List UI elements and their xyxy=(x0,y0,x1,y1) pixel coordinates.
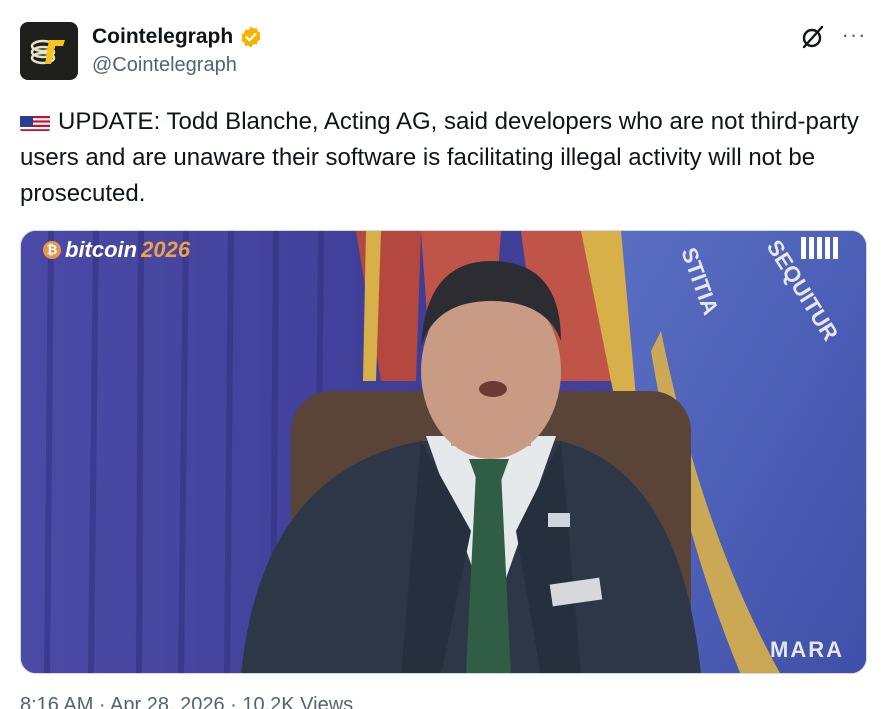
author-block: Cointelegraph @Cointelegraph xyxy=(92,22,263,77)
author-handle[interactable]: @Cointelegraph xyxy=(92,54,263,77)
speaker-video-frame: STITIA SEQUITUR xyxy=(21,231,866,673)
author-name[interactable]: Cointelegraph xyxy=(92,25,233,49)
avatar[interactable] xyxy=(20,22,78,80)
mara-watermark: MARA xyxy=(770,637,844,662)
cointelegraph-logo-icon xyxy=(30,39,65,65)
tweet-text: UPDATE: Todd Blanche, Acting AG, said de… xyxy=(20,104,880,212)
watermark-prefix: bitcoin xyxy=(65,237,138,262)
watermark-year: 2026 xyxy=(141,237,191,262)
bitcoin-coin-icon: ₿ xyxy=(43,241,61,259)
tweet-body: UPDATE: Todd Blanche, Acting AG, said de… xyxy=(20,108,859,207)
tweet-media-video[interactable]: STITIA SEQUITUR ₿ bitcoin 2026 MARA xyxy=(20,230,867,674)
grok-icon[interactable] xyxy=(800,24,826,50)
us-flag-icon xyxy=(20,111,50,131)
tweet-timestamp[interactable]: 8:16 AM · Apr 28, 2026 · 10.2K Views xyxy=(20,694,353,709)
bitcoin-watermark: ₿ bitcoin 2026 xyxy=(43,237,190,263)
more-options-button[interactable]: ··· xyxy=(838,22,870,48)
verified-badge-icon[interactable] xyxy=(239,25,263,49)
